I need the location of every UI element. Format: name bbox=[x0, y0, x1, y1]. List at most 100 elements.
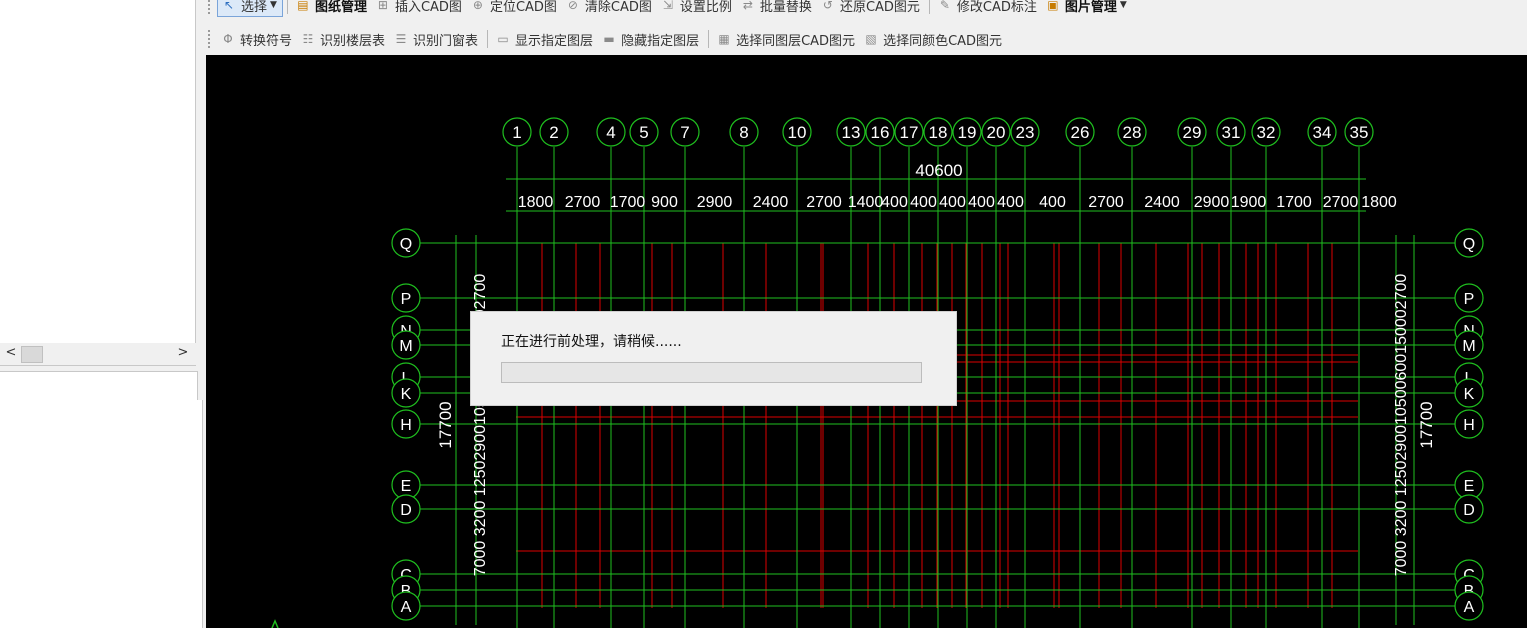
axis-label-top: 18 bbox=[929, 123, 948, 142]
preprocessing-dialog: 正在进行前处理，请稍候...... bbox=[470, 311, 957, 406]
segment-dimension-label: 2700 bbox=[1088, 194, 1124, 211]
cursor-icon: ↖ bbox=[223, 0, 235, 12]
scale-button[interactable]: ⇲ 设置比例 bbox=[657, 0, 737, 16]
scroll-right-icon[interactable]: > bbox=[176, 345, 190, 361]
properties-panel bbox=[0, 400, 203, 628]
convert-symbol-icon: Φ bbox=[223, 32, 233, 46]
toolbar-label: 显示指定图层 bbox=[515, 33, 594, 49]
toolbar-label: 清除CAD图 bbox=[584, 0, 652, 15]
identify-floor-table-button[interactable]: ☷ 识别楼层表 bbox=[297, 28, 390, 50]
edit-cad-dimension-button[interactable]: ✎ 修改CAD标注 bbox=[934, 0, 1042, 16]
total-height-label: 17700 bbox=[436, 401, 455, 448]
select-same-color-button[interactable]: ▧ 选择同颜色CAD图元 bbox=[860, 28, 1007, 50]
axis-label-right: E bbox=[1464, 478, 1475, 495]
axis-label-left: A bbox=[401, 599, 412, 616]
segment-dimension-label: 400 bbox=[910, 194, 937, 211]
toolbar-separator bbox=[286, 0, 288, 14]
left-search-strip[interactable] bbox=[0, 371, 198, 401]
segment-dimension-label: 2900 bbox=[1194, 194, 1230, 211]
image-manager-button[interactable]: ▣ 图片管理 ▼ bbox=[1042, 0, 1132, 16]
axis-label-left: H bbox=[400, 417, 412, 434]
identify-floor-table-icon: ☷ bbox=[302, 32, 314, 46]
show-layer-icon: ▭ bbox=[497, 32, 509, 46]
locate-cad-button[interactable]: ⊕ 定位CAD图 bbox=[467, 0, 562, 16]
toolbar-grip[interactable] bbox=[208, 30, 213, 48]
axis-label-right: Q bbox=[1463, 236, 1475, 253]
segment-dimension-label: 1700 bbox=[610, 194, 646, 211]
clear-cad-button[interactable]: ⊘ 清除CAD图 bbox=[562, 0, 657, 16]
axis-label-top: 5 bbox=[639, 123, 648, 142]
axis-label-top: 34 bbox=[1313, 123, 1332, 142]
axis-label-right: A bbox=[1464, 599, 1475, 616]
segment-dimension-label: 1900 bbox=[1231, 194, 1267, 211]
identify-door-window-table-button[interactable]: ☰ 识别门窗表 bbox=[390, 28, 483, 50]
toolbar-label: 识别楼层表 bbox=[320, 33, 386, 49]
segment-dimension-label: 400 bbox=[881, 194, 908, 211]
toolbar-label: 图纸管理 bbox=[314, 0, 367, 15]
toolbar-row-2: Φ 转换符号 ☷ 识别楼层表 ☰ 识别门窗表 ▭ 显示指定图层 ▬ 隐藏指定图层 ▦ 选择同图层CAD… bbox=[206, 26, 1008, 52]
segment-dimension-label: 400 bbox=[1039, 194, 1066, 211]
toolbar-label: 隐藏指定图层 bbox=[621, 33, 700, 49]
axis-label-top: 17 bbox=[900, 123, 919, 142]
segment-dimension-label: 2700 bbox=[565, 194, 601, 211]
segment-dimension-label: 1800 bbox=[1361, 194, 1397, 211]
axis-label-left: Q bbox=[400, 236, 412, 253]
convert-symbol-button[interactable]: Φ 转换符号 bbox=[217, 28, 297, 50]
toolbar-grip[interactable] bbox=[208, 0, 213, 14]
axis-label-top: 8 bbox=[739, 123, 748, 142]
segment-dimension-label: 400 bbox=[968, 194, 995, 211]
axis-label-left: P bbox=[401, 291, 412, 308]
segment-dimension-label: 400 bbox=[997, 194, 1024, 211]
horizontal-scrollbar[interactable]: < > bbox=[0, 343, 196, 366]
axis-label-right: M bbox=[1462, 338, 1475, 355]
axis-label-left: K bbox=[401, 386, 412, 403]
dialog-message: 正在进行前处理，请稍候...... bbox=[501, 334, 682, 350]
identify-door-window-table-icon: ☰ bbox=[395, 32, 407, 46]
show-layer-button[interactable]: ▭ 显示指定图层 bbox=[492, 28, 598, 50]
toolbar-separator bbox=[487, 30, 489, 48]
origin-marker-icon bbox=[271, 619, 279, 628]
chevron-down-icon[interactable]: ▼ bbox=[270, 0, 277, 10]
batch-replace-icon: ⇄ bbox=[742, 0, 753, 12]
select-same-layer-icon: ▦ bbox=[718, 32, 730, 46]
segment-dimension-label: 2700 bbox=[806, 194, 842, 211]
side-dimension-labels: 7000 3200 1250290010500600150002700 bbox=[1393, 274, 1410, 577]
axis-label-left: D bbox=[400, 502, 412, 519]
left-tree-panel[interactable] bbox=[0, 0, 196, 344]
restore-cad-button[interactable]: ↺ 还原CAD图元 bbox=[817, 0, 925, 16]
axis-label-top: 32 bbox=[1257, 123, 1276, 142]
toolbar-separator bbox=[928, 0, 930, 14]
axis-label-right: H bbox=[1463, 417, 1475, 434]
axis-label-top: 2 bbox=[549, 123, 558, 142]
hide-layer-button[interactable]: ▬ 隐藏指定图层 bbox=[598, 28, 704, 50]
segment-dimension-label: 400 bbox=[939, 194, 966, 211]
segment-dimension-label: 1400 bbox=[848, 194, 884, 211]
chevron-down-icon[interactable]: ▼ bbox=[1120, 0, 1127, 10]
select-same-layer-button[interactable]: ▦ 选择同图层CAD图元 bbox=[713, 28, 860, 50]
scroll-left-icon[interactable]: < bbox=[4, 345, 18, 361]
toolbar-separator bbox=[708, 30, 710, 48]
select-same-color-icon: ▧ bbox=[865, 32, 877, 46]
axis-label-top: 13 bbox=[842, 123, 861, 142]
toolbar-row-1: ↖ 选择 ▼ ▤ 图纸管理 ⊞ 插入CAD图 ⊕ 定位CAD图 ⊘ 清除CAD图 ⇲ 设置比例 ⇄ 批量替换… bbox=[206, 0, 1132, 18]
toolbar-label: 图片管理 bbox=[1064, 0, 1117, 15]
axis-label-top: 35 bbox=[1350, 123, 1369, 142]
insert-cad-icon: ⊞ bbox=[377, 0, 388, 12]
toolbar-label: 选择 bbox=[241, 0, 268, 15]
image-manager-icon: ▣ bbox=[1047, 0, 1059, 12]
axis-label-left: E bbox=[401, 478, 412, 495]
segment-dimension-label: 2400 bbox=[1144, 194, 1180, 211]
progress-bar bbox=[501, 362, 922, 383]
insert-cad-button[interactable]: ⊞ 插入CAD图 bbox=[372, 0, 467, 16]
cursor-button[interactable]: ↖ 选择 ▼ bbox=[217, 0, 283, 17]
axis-label-top: 31 bbox=[1222, 123, 1241, 142]
scroll-thumb[interactable] bbox=[21, 346, 43, 363]
axis-label-top: 20 bbox=[987, 123, 1006, 142]
batch-replace-button[interactable]: ⇄ 批量替换 bbox=[737, 0, 817, 16]
toolbar-label: 修改CAD标注 bbox=[956, 0, 1037, 15]
axis-label-right: K bbox=[1464, 386, 1475, 403]
axis-label-top: 28 bbox=[1123, 123, 1142, 142]
scale-icon: ⇲ bbox=[662, 0, 673, 12]
toolbar-label: 识别门窗表 bbox=[413, 33, 479, 49]
drawing-manager-button[interactable]: ▤ 图纸管理 bbox=[292, 0, 372, 16]
